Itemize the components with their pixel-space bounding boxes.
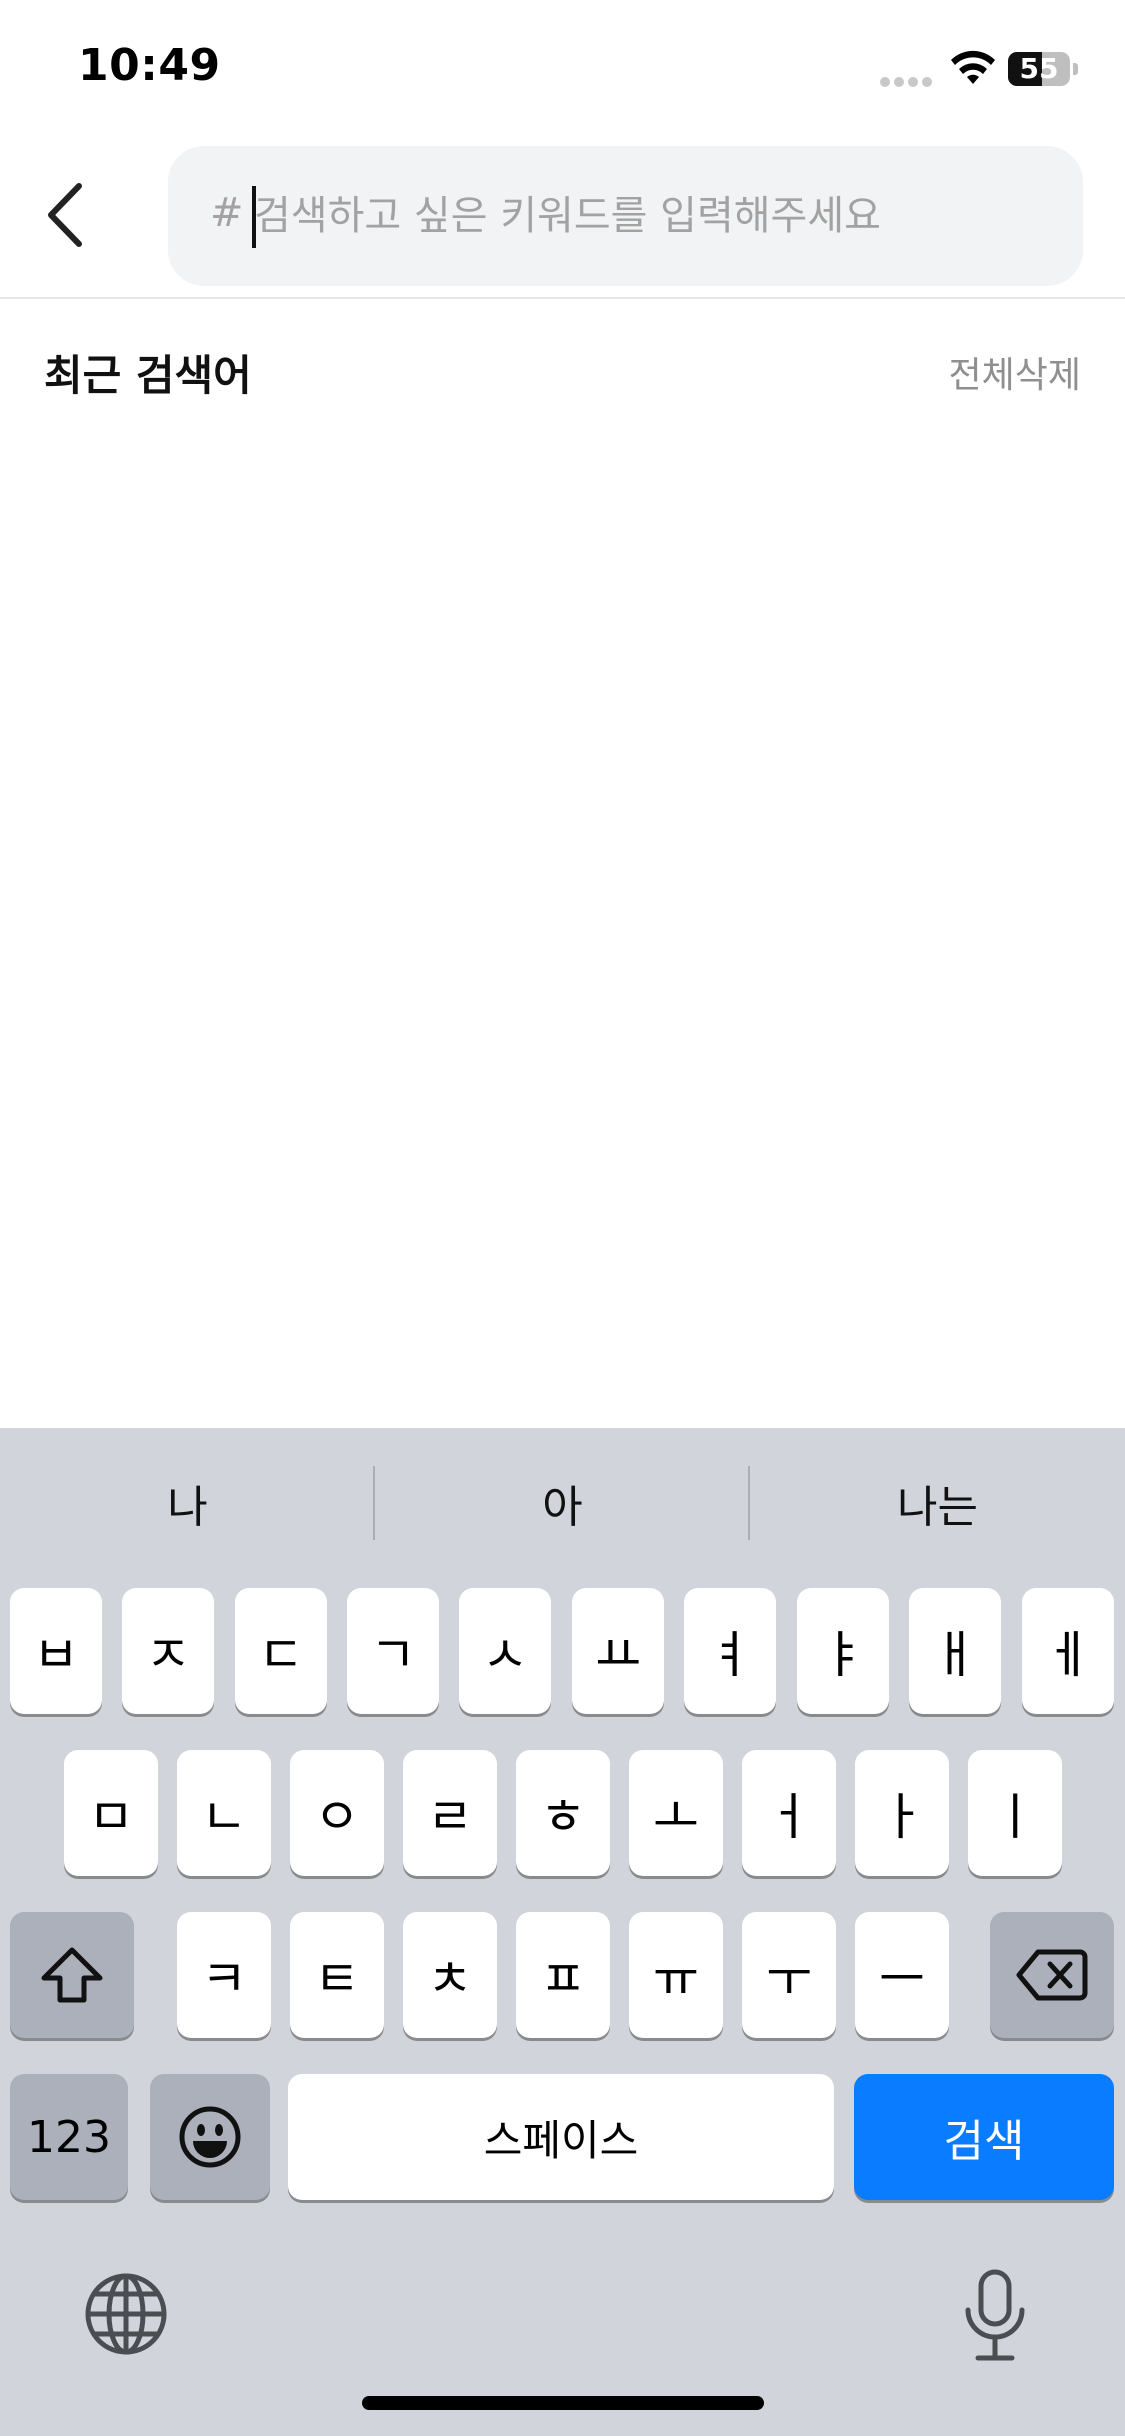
search-key[interactable]: 검색 bbox=[854, 2074, 1114, 2200]
key[interactable]: ㅔ bbox=[1022, 1588, 1114, 1714]
keyboard: 나 아 나는 ㅂ ㅈ ㄷ ㄱ ㅅ ㅛ ㅕ ㅑ ㅐ ㅔ ㅁ ㄴ ㅇ ㄹ ㅎ ㅗ ㅓ… bbox=[0, 1428, 1125, 2436]
key[interactable]: ㅐ bbox=[909, 1588, 1001, 1714]
key[interactable]: ㅊ bbox=[403, 1912, 497, 2038]
shift-key[interactable] bbox=[10, 1912, 134, 2038]
space-key[interactable]: 스페이스 bbox=[288, 2074, 834, 2200]
numbers-key[interactable]: 123 bbox=[10, 2074, 128, 2200]
key[interactable]: ㅕ bbox=[684, 1588, 776, 1714]
key[interactable]: ㅛ bbox=[572, 1588, 664, 1714]
hashtag-prefix: # bbox=[210, 190, 244, 236]
key[interactable]: ㅡ bbox=[855, 1912, 949, 2038]
chevron-left-icon bbox=[48, 183, 82, 247]
status-bar: 10:49 55 bbox=[0, 0, 1125, 140]
suggestion-item[interactable]: 나 bbox=[0, 1428, 375, 1578]
search-input[interactable] bbox=[254, 168, 1054, 264]
key[interactable]: ㅁ bbox=[64, 1750, 158, 1876]
key[interactable]: ㅂ bbox=[10, 1588, 102, 1714]
battery-level: 55 bbox=[1019, 52, 1059, 85]
key[interactable]: ㅓ bbox=[742, 1750, 836, 1876]
key[interactable]: ㅜ bbox=[742, 1912, 836, 2038]
backspace-icon bbox=[1016, 1949, 1088, 2001]
microphone-icon[interactable] bbox=[960, 2268, 1030, 2364]
home-indicator bbox=[362, 2396, 764, 2410]
suggestion-item[interactable]: 아 bbox=[375, 1428, 750, 1578]
backspace-key[interactable] bbox=[990, 1912, 1114, 2038]
key[interactable]: ㅗ bbox=[629, 1750, 723, 1876]
search-box[interactable]: # bbox=[168, 146, 1083, 286]
key[interactable]: ㅌ bbox=[290, 1912, 384, 2038]
clear-all-button[interactable]: 전체삭제 bbox=[949, 346, 1081, 398]
key[interactable]: ㄹ bbox=[403, 1750, 497, 1876]
key[interactable]: ㄴ bbox=[177, 1750, 271, 1876]
header-divider bbox=[0, 297, 1125, 299]
globe-icon[interactable] bbox=[84, 2272, 168, 2356]
key[interactable]: ㅍ bbox=[516, 1912, 610, 2038]
key[interactable]: ㅋ bbox=[177, 1912, 271, 2038]
recent-searches-title: 최근 검색어 bbox=[44, 351, 252, 400]
cellular-signal-icon bbox=[880, 72, 936, 87]
key[interactable]: ㅠ bbox=[629, 1912, 723, 2038]
suggestion-item[interactable]: 나는 bbox=[750, 1428, 1125, 1578]
emoji-key[interactable] bbox=[150, 2074, 270, 2200]
suggestion-bar: 나 아 나는 bbox=[0, 1428, 1125, 1578]
status-time: 10:49 bbox=[78, 40, 221, 91]
key[interactable]: ㅏ bbox=[855, 1750, 949, 1876]
key[interactable]: ㄱ bbox=[347, 1588, 439, 1714]
key[interactable]: ㅎ bbox=[516, 1750, 610, 1876]
key[interactable]: ㅈ bbox=[122, 1588, 214, 1714]
battery-icon: 55 bbox=[1008, 52, 1078, 86]
key[interactable]: ㄷ bbox=[235, 1588, 327, 1714]
key[interactable]: ㅇ bbox=[290, 1750, 384, 1876]
text-caret bbox=[252, 186, 256, 248]
wifi-icon bbox=[951, 50, 995, 84]
key[interactable]: ㅣ bbox=[968, 1750, 1062, 1876]
shift-icon bbox=[41, 1947, 103, 2003]
key[interactable]: ㅑ bbox=[797, 1588, 889, 1714]
emoji-icon bbox=[179, 2106, 241, 2168]
back-button[interactable] bbox=[30, 170, 100, 260]
key[interactable]: ㅅ bbox=[459, 1588, 551, 1714]
